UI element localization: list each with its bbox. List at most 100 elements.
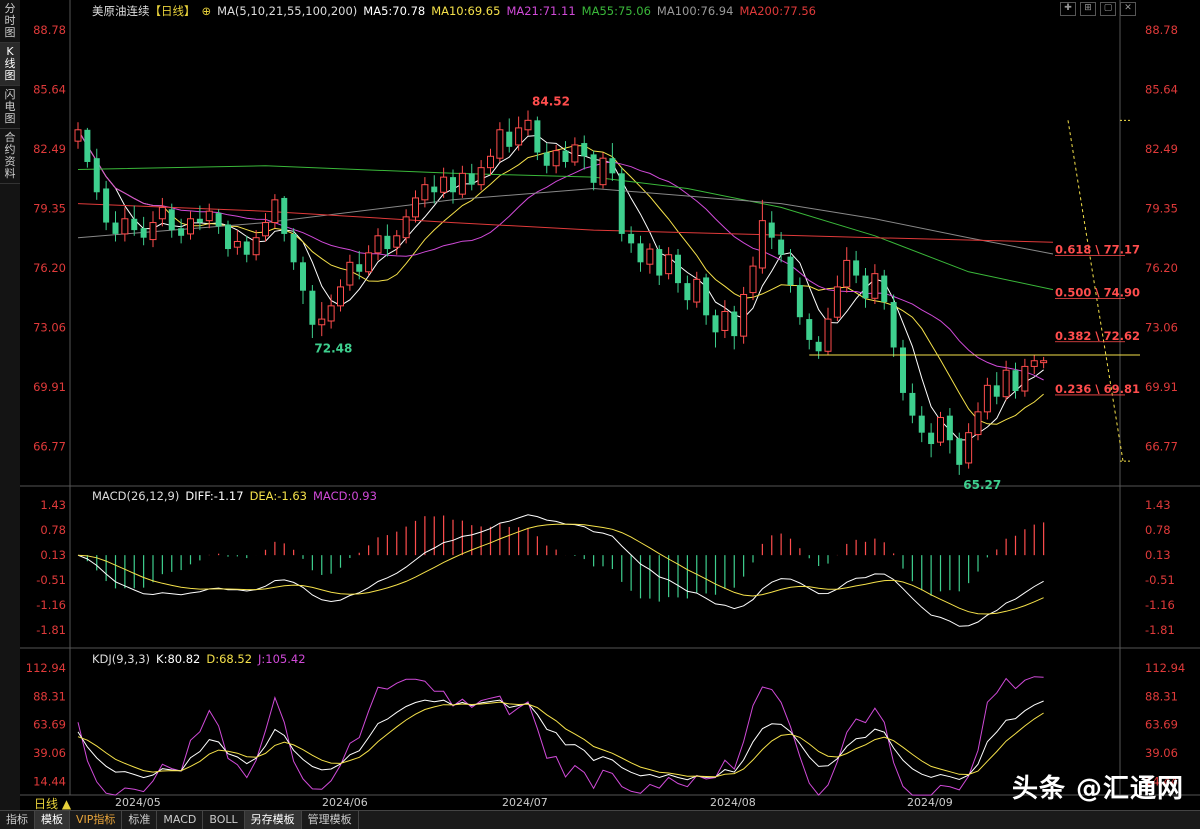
candle-body [290,233,297,263]
tab-kline[interactable]: K线图 [0,43,20,86]
close-icon[interactable]: ✕ [1120,2,1136,16]
tab-timeshare[interactable]: 分时图 [0,0,20,43]
macd-value: MACD:0.93 [312,489,377,503]
candle-body [983,384,991,413]
candle-body [243,241,250,255]
tab-vip-indicator[interactable]: VIP指标 [70,811,123,829]
macd-tick-left: -1.81 [36,623,66,637]
price-tick-left: 82.49 [33,142,66,156]
candle-body [93,158,100,193]
price-tick-right: 66.77 [1145,439,1178,453]
ma55-value: MA55:75.06 [581,4,651,18]
candle-body [749,265,757,294]
kdj-k: K:80.82 [156,652,201,666]
chart-area[interactable]: 0.618 \ 77.17 0.500 \ 74.90 0.382 \ 72.62 0… [20,0,1200,810]
candle-body [552,150,560,167]
ma10-value: MA10:69.65 [431,4,501,18]
candle-body [787,256,794,286]
ma200-value: MA200:77.56 [739,4,816,18]
candle-body [581,143,588,157]
price-tick-right: 82.49 [1145,142,1178,156]
tab-boll[interactable]: BOLL [203,811,245,829]
fib-label: 0.236 \ 69.81 [1055,382,1140,396]
fullscreen-icon[interactable]: ▢ [1100,2,1116,16]
macd-tick-left: 1.43 [40,498,66,512]
macd-legend: MACD(26,12,9) DIFF:-1.17 DEA:-1.63 MACD:0.9… [92,489,383,503]
candle-body [646,248,654,265]
candle-body [450,177,456,193]
candle-body [974,411,982,436]
zoom-icon[interactable]: ⊞ [1080,2,1096,16]
crosshair-icon[interactable]: ✚ [1060,2,1076,16]
tab-contract-info[interactable]: 合约资料 [0,129,20,184]
candle-body [196,218,203,223]
bottom-toolbar: 指标 模板 VIP指标 标准 MACD BOLL 另存模板 管理模板 [0,810,1200,829]
candle-body [675,254,681,284]
date-tick: 2024/06 [322,796,368,809]
candle-body [121,218,129,235]
tab-standard[interactable]: 标准 [122,811,158,829]
candle-body [393,235,401,248]
kdj-tick-left: 112.94 [26,661,66,675]
candle-body [477,167,485,186]
candle-body [365,252,373,273]
candle-body [890,302,897,348]
candle-body [862,275,869,299]
ma100-value: MA100:76.94 [656,4,734,18]
candle-body [571,144,579,163]
tab-template[interactable]: 模板 [35,811,70,829]
candle-body [740,293,748,337]
candle-body [356,264,363,272]
ma5-value: MA5:70.78 [363,4,426,18]
candle-body [956,438,963,465]
candle-body [796,285,803,318]
settings-icon[interactable]: ⊕ [202,4,212,18]
low-annotation-1: 72.48 [314,341,352,355]
candle-body [768,222,775,238]
candle-body [215,213,222,227]
price-tick-right: 88.78 [1145,23,1178,37]
price-tick-right: 76.20 [1145,261,1178,275]
candle-body [384,235,391,250]
macd-tick-right: -1.81 [1145,623,1175,637]
candle-body [205,210,213,222]
tab-manage-template[interactable]: 管理模板 [302,811,359,829]
macd-tick-right: 0.78 [1145,523,1171,537]
candle-body [778,239,785,255]
tab-save-template[interactable]: 另存模板 [244,811,302,829]
candle-body [327,305,335,322]
candle-body [158,206,166,220]
candle-body [337,286,344,307]
date-tick: 2024/08 [710,796,756,809]
kdj-j: J:105.42 [258,652,306,666]
macd-tick-right: 1.43 [1145,498,1171,512]
kdj-tick-right: 39.06 [1145,746,1178,760]
fib-label: 0.382 \ 72.62 [1055,329,1140,343]
tab-indicator[interactable]: 指标 [0,811,35,829]
price-tick-right: 79.35 [1145,201,1178,215]
candle-body [225,224,231,250]
tab-flash[interactable]: 闪电图 [0,86,20,129]
watermark: 头条 @汇通网 [1011,774,1184,804]
candle-body [599,157,607,186]
price-tick-right: 69.91 [1145,380,1178,394]
kdj-d: D:68.52 [206,652,253,666]
candle-body [871,273,879,299]
tab-macd[interactable]: MACD [157,811,204,829]
candle-body [506,131,513,147]
candle-body [440,176,448,193]
kdj-tick-left: 88.31 [33,689,66,703]
candle-body [103,188,110,223]
kdj-tick-right: 63.69 [1145,718,1178,732]
candle-body [281,197,288,234]
macd-dea: DEA:-1.63 [249,489,307,503]
candle-body [178,228,185,236]
period-name: 【日线】 [149,4,196,18]
candle-body [1021,365,1029,392]
candle-body [853,260,860,276]
fib-label: 0.500 \ 74.90 [1055,286,1140,300]
candle-body [458,172,466,195]
sidebar: 分时图 K线图 闪电图 合约资料 [0,0,21,810]
candle-body [900,347,906,393]
macd-diff: DIFF:-1.17 [185,489,244,503]
